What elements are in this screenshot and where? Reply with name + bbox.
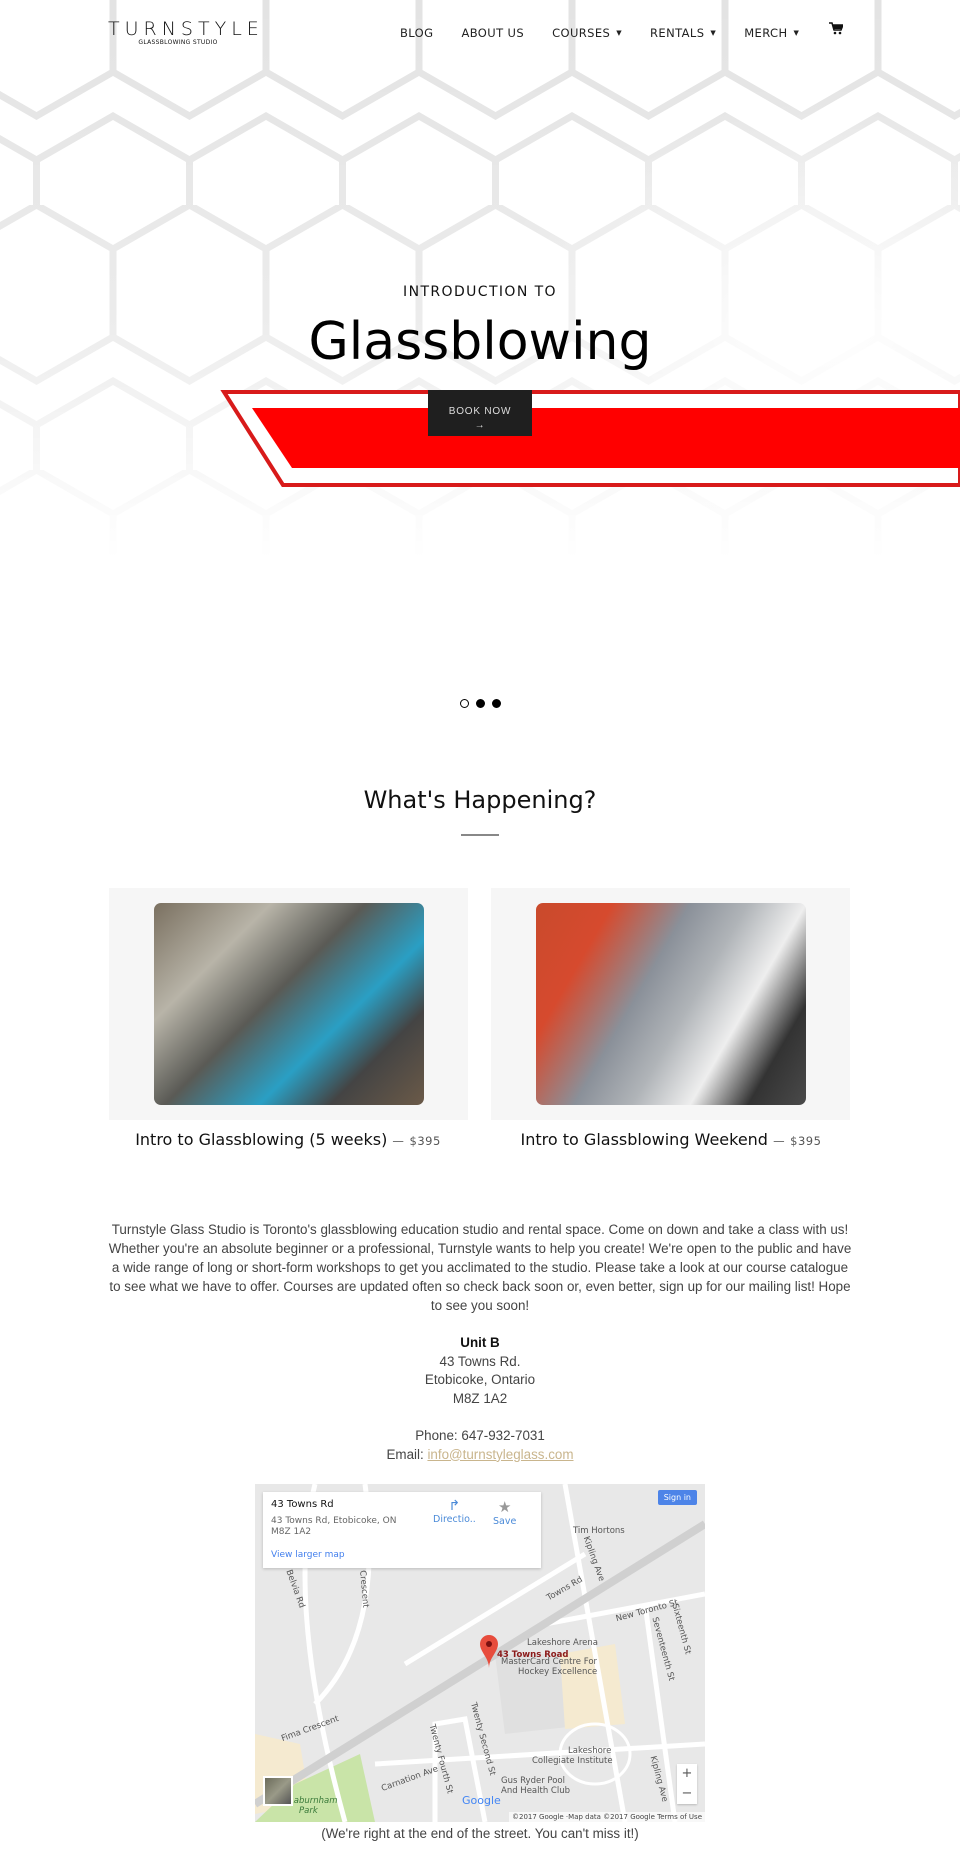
google-logo: Google xyxy=(462,1794,501,1807)
address-block: Unit B 43 Towns Rd. Etobicoke, Ontario M… xyxy=(424,1335,536,1407)
product-image[interactable] xyxy=(154,903,424,1105)
email-link[interactable]: info@turnstyleglass.com xyxy=(427,1447,573,1462)
product-image[interactable] xyxy=(536,903,806,1105)
hero-slideshow: TURNSTYLE GLASSBLOWING STUDIO BLOG ABOUT… xyxy=(0,0,960,740)
map-caption: (We're right at the end of the street. Y… xyxy=(321,1826,639,1841)
product-card-2[interactable] xyxy=(491,888,850,1120)
terms-link[interactable]: Terms of Use xyxy=(657,1813,702,1821)
zoom-out-button[interactable]: − xyxy=(677,1784,697,1804)
cart-icon[interactable] xyxy=(829,22,843,35)
zoom-in-button[interactable]: + xyxy=(677,1764,697,1784)
satellite-toggle[interactable] xyxy=(263,1776,293,1806)
star-icon: ★ xyxy=(497,1498,512,1516)
slide-dots xyxy=(460,699,501,708)
slide-dot-3[interactable] xyxy=(492,699,501,708)
price: $395 xyxy=(409,1134,441,1148)
caret-down-icon: ▼ xyxy=(616,29,623,37)
price: $395 xyxy=(790,1134,822,1148)
nav-blog[interactable]: BLOG xyxy=(400,26,433,40)
directions-button[interactable]: ↱ Directio.. xyxy=(433,1498,476,1525)
divider xyxy=(461,834,499,836)
about-text: Turnstyle Glass Studio is Toronto's glas… xyxy=(108,1222,852,1313)
directions-icon: ↱ xyxy=(448,1498,461,1514)
caret-down-icon: ▼ xyxy=(793,29,800,37)
product-card-1[interactable] xyxy=(109,888,468,1120)
sign-in-button[interactable]: Sign in xyxy=(657,1490,697,1505)
hero-eyebrow: INTRODUCTION TO xyxy=(403,284,557,300)
slide-dot-1[interactable] xyxy=(460,699,469,708)
product-title-1[interactable]: Intro to Glassblowing (5 weeks) — $395 xyxy=(88,1130,488,1149)
slide-dot-2[interactable] xyxy=(476,699,485,708)
phone-number: 647-932-7031 xyxy=(461,1428,545,1443)
product-title-2[interactable]: Intro to Glassblowing Weekend — $395 xyxy=(471,1130,871,1149)
logo[interactable]: TURNSTYLE GLASSBLOWING STUDIO xyxy=(108,18,259,46)
main-nav: BLOG ABOUT US COURSES ▼ RENTALS ▼ MERCH ▼ xyxy=(400,26,827,40)
save-button[interactable]: ★ Save xyxy=(493,1498,516,1527)
hero-title: Glassblowing xyxy=(308,312,652,372)
nav-merch[interactable]: MERCH ▼ xyxy=(744,26,799,40)
contact-block: Phone: 647-932-7031 Email: info@turnstyl… xyxy=(386,1428,574,1462)
nav-courses[interactable]: COURSES ▼ xyxy=(552,26,622,40)
nav-rentals[interactable]: RENTALS ▼ xyxy=(650,26,716,40)
view-larger-map-link[interactable]: View larger map xyxy=(271,1550,345,1560)
nav-about-us[interactable]: ABOUT US xyxy=(461,26,524,40)
map-info-card: 43 Towns Rd 43 Towns Rd, Etobicoke, ON M… xyxy=(263,1492,541,1568)
google-map[interactable]: 43 Towns Road Tim Hortons Towns Rd Kipli… xyxy=(255,1484,705,1822)
arrow-right-icon: → xyxy=(474,419,486,431)
section-title: What's Happening? xyxy=(363,786,597,814)
book-now-button[interactable]: BOOK NOW → xyxy=(428,390,532,436)
caret-down-icon: ▼ xyxy=(710,29,717,37)
